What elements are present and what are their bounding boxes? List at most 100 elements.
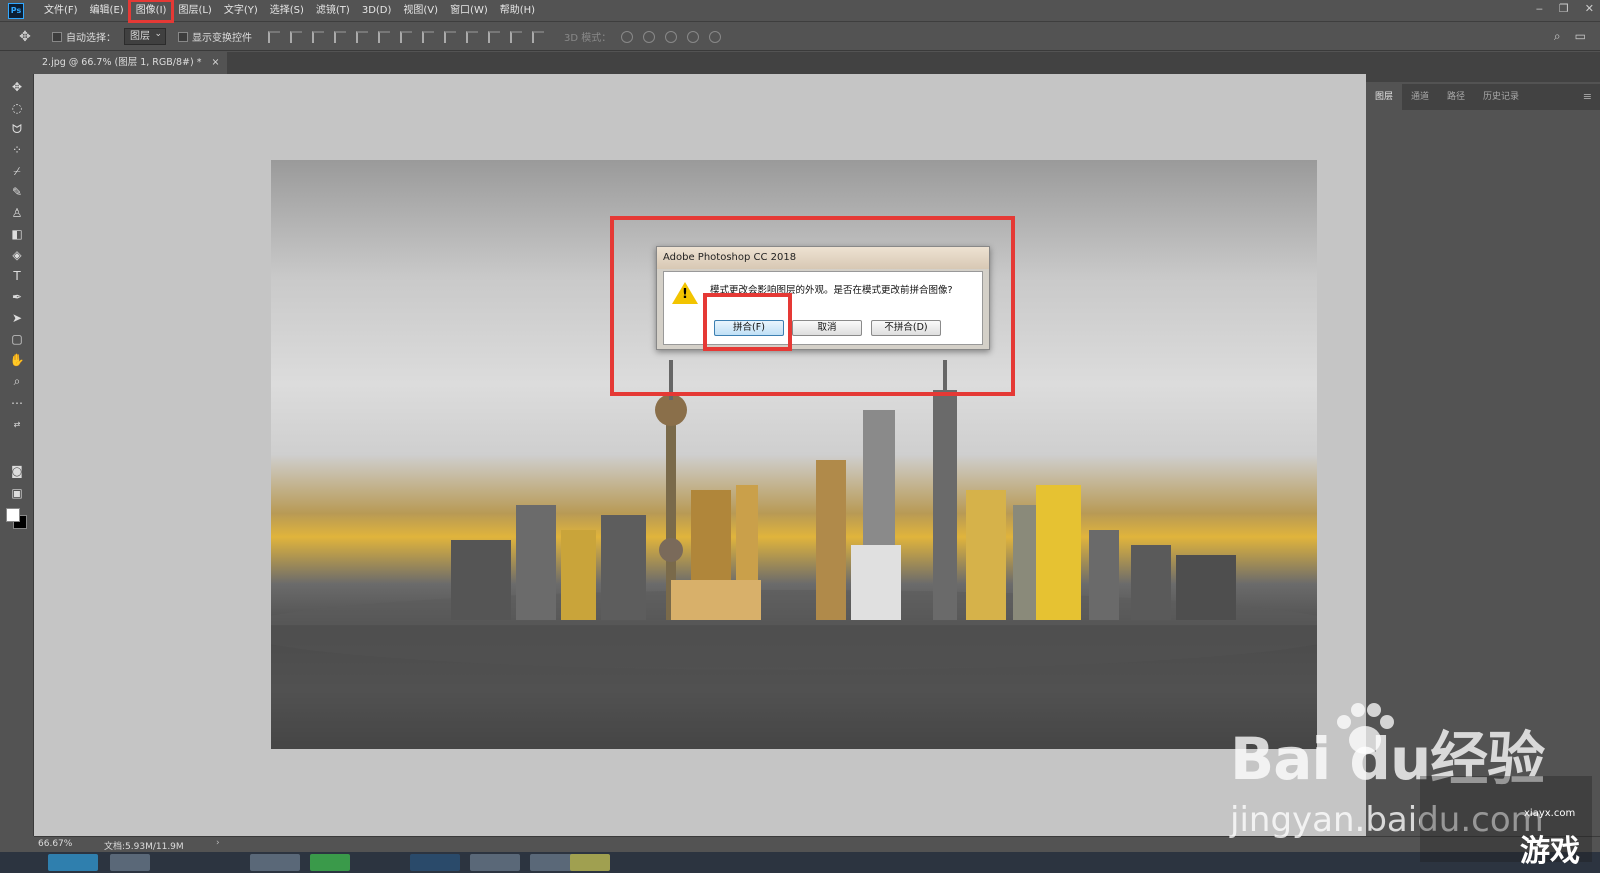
- align-hcenter-icon[interactable]: [356, 30, 368, 43]
- path-select-tool-icon[interactable]: ➤: [8, 309, 26, 327]
- more-tools-icon[interactable]: ⋯: [8, 394, 26, 412]
- shape-tool-icon[interactable]: ▢: [8, 330, 26, 348]
- cancel-button[interactable]: 取消: [792, 320, 862, 336]
- tools-panel: ✥ ◌ ᗢ ⁘ ⌿ ✎ ♙ ◧ ◈ T ✒ ➤ ▢ ✋ ⌕ ⋯ ⇄ ◙ ▣: [0, 74, 34, 836]
- show-transform-label: 显示变换控件: [192, 33, 252, 44]
- tab-history[interactable]: 历史记录: [1474, 84, 1528, 110]
- search-icon[interactable]: ⌕: [1554, 29, 1561, 44]
- align-right-icon[interactable]: [378, 30, 390, 43]
- show-transform-checkbox[interactable]: [178, 31, 188, 42]
- dont-flatten-button[interactable]: 不拼合(D): [871, 320, 941, 336]
- menu-image[interactable]: 图像(I): [127, 0, 175, 23]
- move-tool-preset-icon[interactable]: ✥: [10, 29, 40, 45]
- annotation-flatten-box: [703, 293, 792, 351]
- workspace-icon[interactable]: ▭: [1575, 29, 1586, 44]
- hamburger-icon[interactable]: ≡: [1583, 84, 1600, 110]
- auto-align-icon[interactable]: [532, 30, 544, 43]
- roll-3d-icon[interactable]: [643, 30, 656, 43]
- panel-tabs: 图层 通道 路径 历史记录 ≡: [1366, 84, 1600, 110]
- orbit-3d-icon[interactable]: [621, 30, 634, 43]
- marquee-tool-icon[interactable]: ◌: [8, 99, 26, 117]
- document-tab-row: 2.jpg @ 66.7% (图层 1, RGB/8#) * ×: [34, 52, 1600, 74]
- menu-edit[interactable]: 编辑(E): [84, 1, 130, 21]
- taskbar-app-icon[interactable]: [250, 854, 300, 871]
- menu-filter[interactable]: 滤镜(T): [310, 1, 356, 21]
- document-tab[interactable]: 2.jpg @ 66.7% (图层 1, RGB/8#) * ×: [34, 52, 228, 74]
- paint-bucket-tool-icon[interactable]: ◈: [8, 246, 26, 264]
- align-vcenter-icon[interactable]: [290, 30, 302, 43]
- restore-icon[interactable]: ❐: [1559, 2, 1569, 15]
- corner-watermark-site: xiayx.com: [1524, 808, 1576, 819]
- tab-paths[interactable]: 路径: [1438, 84, 1474, 110]
- menu-view[interactable]: 视图(V): [397, 1, 444, 21]
- warning-mark: !: [682, 287, 688, 302]
- align-bottom-icon[interactable]: [312, 30, 324, 43]
- canvas-area[interactable]: [34, 74, 1366, 836]
- auto-select-dropdown[interactable]: 图层: [124, 27, 166, 45]
- 3d-mode-icons: [621, 30, 722, 43]
- distribute-vcenter-icon[interactable]: [422, 30, 434, 43]
- pen-tool-icon[interactable]: ✒: [8, 288, 26, 306]
- taskbar-app-icon[interactable]: [110, 854, 150, 871]
- document-size: 文档:5.93M/11.9M: [104, 842, 184, 852]
- slide-3d-icon[interactable]: [687, 30, 700, 43]
- tab-row-gutter: [0, 52, 34, 74]
- menu-window[interactable]: 窗口(W): [444, 1, 494, 21]
- document-tab-close-icon[interactable]: ×: [211, 52, 219, 74]
- eraser-tool-icon[interactable]: ◧: [8, 225, 26, 243]
- 3d-mode-label: 3D 模式：: [564, 33, 612, 44]
- status-gutter: [0, 836, 34, 852]
- os-taskbar: [0, 852, 1600, 873]
- scale-3d-icon[interactable]: [709, 30, 722, 43]
- move-tool-icon[interactable]: ✥: [8, 78, 26, 96]
- distribute-left-icon[interactable]: [466, 30, 478, 43]
- panel-collapse-strip[interactable]: [1366, 74, 1600, 82]
- align-icons-group: [268, 30, 544, 43]
- document-tab-label: 2.jpg @ 66.7% (图层 1, RGB/8#) *: [42, 57, 202, 68]
- swap-colors-icon[interactable]: ⇄: [8, 416, 26, 434]
- distribute-hcenter-icon[interactable]: [488, 30, 500, 43]
- distribute-bottom-icon[interactable]: [444, 30, 456, 43]
- options-bar: ✥ 自动选择： 图层 显示变换控件 3D 模式：: [0, 23, 1600, 51]
- options-right: ⌕ ▭: [1554, 29, 1586, 44]
- minimize-icon[interactable]: ‒: [1536, 2, 1543, 15]
- menu-bar: Ps 文件(F) 编辑(E) 图像(I) 图层(L) 文字(Y) 选择(S) 滤…: [0, 0, 1600, 23]
- drag-3d-icon[interactable]: [665, 30, 678, 43]
- photoshop-logo-icon: Ps: [8, 2, 24, 19]
- menu-select[interactable]: 选择(S): [264, 1, 310, 21]
- quick-mask-icon[interactable]: ◙: [8, 462, 26, 480]
- baidu-paw-icon: [1337, 703, 1394, 754]
- menu-layer[interactable]: 图层(L): [172, 1, 217, 21]
- stamp-tool-icon[interactable]: ♙: [8, 204, 26, 222]
- taskbar-app-icon[interactable]: [48, 854, 98, 871]
- foreground-color-swatch[interactable]: [6, 508, 20, 522]
- type-tool-icon[interactable]: T: [8, 267, 26, 285]
- taskbar-app-icon[interactable]: [570, 854, 610, 871]
- eyedropper-tool-icon[interactable]: ⌿: [8, 162, 26, 180]
- zoom-level[interactable]: 66.67%: [38, 839, 72, 849]
- menu-3d[interactable]: 3D(D): [356, 1, 398, 21]
- tab-channels[interactable]: 通道: [1402, 84, 1438, 110]
- auto-select-checkbox[interactable]: [52, 31, 62, 42]
- window-controls: ‒ ❐ ✕: [1536, 2, 1594, 15]
- quick-select-tool-icon[interactable]: ⁘: [8, 141, 26, 159]
- auto-select-label: 自动选择：: [66, 33, 116, 44]
- screen-mode-icon[interactable]: ▣: [8, 484, 26, 502]
- brush-tool-icon[interactable]: ✎: [8, 183, 26, 201]
- taskbar-app-icon[interactable]: [410, 854, 460, 871]
- align-left-icon[interactable]: [334, 30, 346, 43]
- menu-help[interactable]: 帮助(H): [494, 1, 541, 21]
- distribute-top-icon[interactable]: [400, 30, 412, 43]
- menu-file[interactable]: 文件(F): [38, 1, 84, 21]
- status-menu-arrow-icon[interactable]: ›: [216, 838, 220, 848]
- zoom-tool-icon[interactable]: ⌕: [8, 372, 26, 390]
- distribute-right-icon[interactable]: [510, 30, 522, 43]
- align-top-icon[interactable]: [268, 30, 280, 43]
- hand-tool-icon[interactable]: ✋: [8, 351, 26, 369]
- taskbar-app-icon[interactable]: [310, 854, 350, 871]
- close-icon[interactable]: ✕: [1585, 2, 1594, 15]
- menu-type[interactable]: 文字(Y): [218, 1, 264, 21]
- taskbar-app-icon[interactable]: [470, 854, 520, 871]
- tab-layers[interactable]: 图层: [1366, 84, 1403, 110]
- lasso-tool-icon[interactable]: ᗢ: [8, 120, 26, 138]
